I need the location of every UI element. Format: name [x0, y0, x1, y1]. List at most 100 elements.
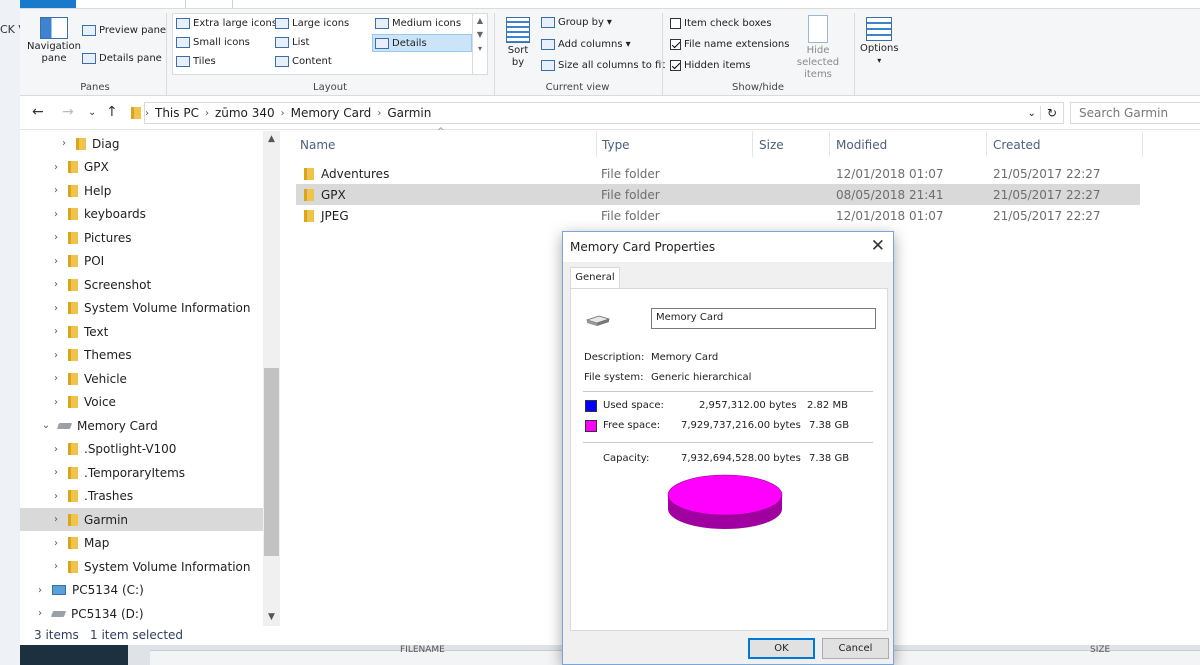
column-header-created[interactable]: Created [993, 138, 1041, 152]
address-dropdown-icon[interactable]: ⌄ [1024, 108, 1040, 119]
tab-file[interactable] [20, 0, 76, 8]
small-icons-option[interactable]: Small icons [176, 37, 250, 48]
file-name-extensions-toggle[interactable]: File name extensions [670, 39, 789, 50]
tree-item[interactable]: › .Trashes [20, 485, 263, 508]
tree-item[interactable]: › .Spotlight-V100 [20, 438, 263, 461]
tree-item[interactable]: › Vehicle [20, 367, 263, 390]
ok-button[interactable]: OK [748, 638, 815, 659]
group-by-button[interactable]: Group by ▾ [541, 17, 612, 28]
chevron-right-icon[interactable]: › [50, 209, 62, 220]
file-row[interactable]: JPEG File folder 12/01/2018 01:07 21/05/201… [296, 205, 1140, 226]
chevron-right-icon[interactable]: › [50, 350, 62, 361]
column-header-type[interactable]: Type [602, 138, 630, 152]
tree-item[interactable]: › Voice [20, 391, 263, 414]
content-option[interactable]: Content [275, 56, 332, 67]
dialog-title-bar[interactable]: Memory Card Properties [563, 232, 893, 262]
chevron-right-icon[interactable]: › [50, 303, 62, 314]
tree-item[interactable]: › Diag [20, 132, 263, 155]
column-divider[interactable] [1142, 131, 1143, 157]
tab-general[interactable]: General [570, 267, 620, 289]
chevron-right-icon[interactable]: › [34, 608, 46, 619]
tree-item[interactable]: › GPX [20, 156, 263, 179]
drive-name-input[interactable]: Memory Card [651, 308, 876, 329]
tree-item[interactable]: › PC5134 (C:) [20, 579, 263, 602]
tiles-option[interactable]: Tiles [176, 56, 216, 67]
refresh-icon[interactable]: ↻ [1039, 106, 1063, 120]
file-row[interactable]: GPX File folder 08/05/2018 21:41 21/05/2017… [296, 184, 1140, 205]
cancel-button[interactable]: Cancel [822, 638, 889, 659]
tree-item[interactable]: › System Volume Information [20, 297, 263, 320]
hide-selected-items-button[interactable]: Hide selected items [786, 15, 850, 81]
file-row[interactable]: Adventures File folder 12/01/2018 01:07 21/… [296, 163, 1140, 184]
nav-scrollbar-thumb[interactable] [264, 368, 279, 556]
close-icon[interactable]: ✕ [871, 236, 885, 256]
chevron-right-icon[interactable]: › [50, 232, 62, 243]
tree-item[interactable]: › Garmin [20, 508, 263, 531]
item-check-boxes-checkbox[interactable] [670, 18, 681, 29]
medium-icons-option[interactable]: Medium icons [375, 18, 461, 29]
breadcrumb-item[interactable]: Memory Card [285, 106, 378, 120]
scroll-up-icon[interactable]: ▲ [263, 131, 280, 148]
file-name-extensions-checkbox[interactable] [670, 39, 681, 50]
navigation-pane-button[interactable]: Navigation pane [26, 17, 82, 65]
column-divider[interactable] [596, 131, 597, 157]
column-divider[interactable] [986, 131, 987, 157]
breadcrumb-item[interactable]: This PC [149, 106, 205, 120]
chevron-right-icon[interactable]: › [50, 279, 62, 290]
chevron-right-icon[interactable]: › [50, 538, 62, 549]
chevron-right-icon[interactable]: › [50, 373, 62, 384]
size-all-columns-button[interactable]: Size all columns to fit [541, 60, 665, 71]
tree-item[interactable]: › PC5134 (D:) [20, 602, 263, 625]
column-divider[interactable] [752, 131, 753, 157]
tree-item[interactable]: › keyboards [20, 203, 263, 226]
tree-item[interactable]: › Pictures [20, 226, 263, 249]
address-box[interactable]: › This PC › zūmo 340 › Memory Card › Gar… [131, 102, 1064, 124]
add-columns-button[interactable]: Add columns ▾ [541, 39, 631, 50]
recent-locations-chevron-icon[interactable]: ⌄ [88, 107, 96, 118]
chevron-right-icon[interactable]: › [50, 491, 62, 502]
column-divider[interactable] [829, 131, 830, 157]
chevron-right-icon[interactable]: › [50, 561, 62, 572]
chevron-right-icon[interactable]: › [58, 138, 70, 149]
tree-item[interactable]: › Map [20, 532, 263, 555]
chevron-down-icon[interactable]: ⌄ [40, 420, 52, 431]
back-arrow-icon[interactable]: ← [32, 104, 44, 120]
up-arrow-icon[interactable]: ↑ [106, 104, 118, 120]
chevron-right-icon[interactable]: › [34, 585, 46, 596]
details-pane-button[interactable]: Details pane [82, 53, 162, 64]
tree-item[interactable]: › POI [20, 250, 263, 273]
sort-by-button[interactable]: Sort by [504, 17, 532, 69]
breadcrumb-item[interactable]: zūmo 340 [209, 106, 281, 120]
chevron-right-icon[interactable]: › [50, 514, 62, 525]
item-check-boxes-toggle[interactable]: Item check boxes [670, 18, 772, 29]
column-header-modified[interactable]: Modified [836, 138, 887, 152]
chevron-right-icon[interactable]: › [50, 162, 62, 173]
large-icons-option[interactable]: Large icons [275, 18, 349, 29]
options-button[interactable]: Options ▾ [860, 17, 899, 65]
hidden-items-toggle[interactable]: Hidden items [670, 60, 750, 71]
tree-item[interactable]: › Help [20, 179, 263, 202]
chevron-right-icon[interactable]: › [50, 185, 62, 196]
forward-arrow-icon[interactable]: → [62, 104, 74, 120]
details-option[interactable]: Details [372, 34, 472, 52]
extra-large-icons-option[interactable]: Extra large icons [176, 18, 277, 29]
column-header-size[interactable]: Size [759, 138, 784, 152]
search-input[interactable]: Search Garmin [1070, 102, 1200, 124]
chevron-right-icon[interactable]: › [50, 397, 62, 408]
layout-gallery-scroll[interactable]: ▲ ▼ ▾ [472, 14, 487, 74]
chevron-right-icon[interactable]: › [50, 444, 62, 455]
tree-item[interactable]: › System Volume Information [20, 555, 263, 578]
preview-pane-button[interactable]: Preview pane [82, 25, 166, 36]
list-option[interactable]: List [275, 37, 309, 48]
hidden-items-checkbox[interactable] [670, 60, 681, 71]
scroll-down-icon[interactable]: ▼ [263, 609, 280, 626]
column-header-name[interactable]: Name [300, 138, 335, 152]
chevron-right-icon[interactable]: › [50, 467, 62, 478]
tree-item[interactable]: › .TemporaryItems [20, 461, 263, 484]
tree-item[interactable]: ⌄ Memory Card [20, 414, 263, 437]
tree-item[interactable]: › Themes [20, 344, 263, 367]
chevron-right-icon[interactable]: › [50, 326, 62, 337]
tree-item[interactable]: › Screenshot [20, 273, 263, 296]
breadcrumb-item[interactable]: Garmin [381, 106, 437, 120]
tab-view[interactable] [185, 0, 233, 8]
